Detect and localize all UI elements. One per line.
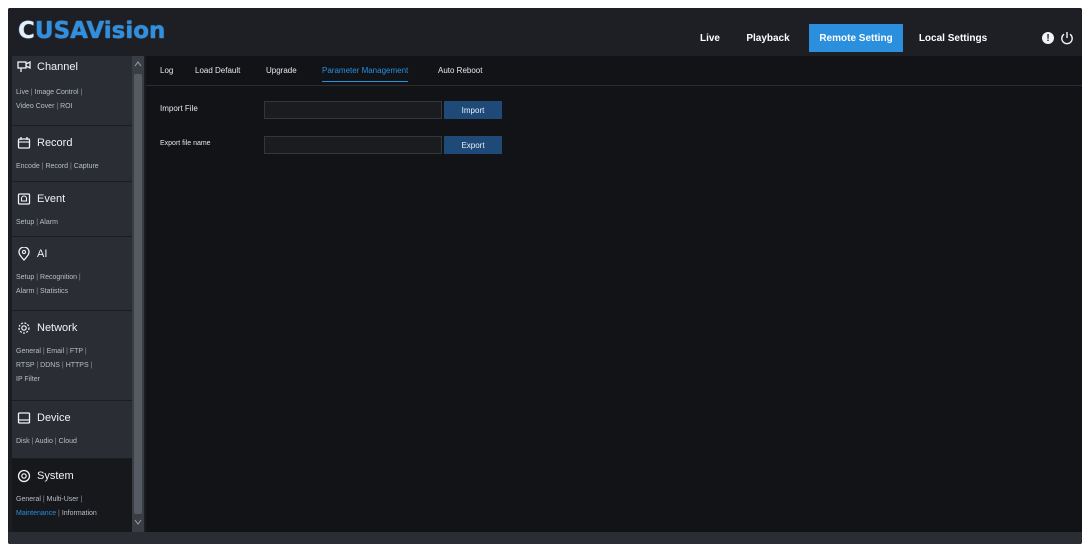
link-image-control[interactable]: Image Control bbox=[35, 89, 79, 96]
sidebar-item-device[interactable]: Device bbox=[12, 401, 132, 425]
link-video-cover[interactable]: Video Cover bbox=[16, 103, 54, 110]
sidebar-item-system[interactable]: System bbox=[12, 459, 132, 483]
record-icon bbox=[17, 137, 31, 149]
link-event-alarm[interactable]: Alarm bbox=[40, 219, 58, 226]
link-ip-filter[interactable]: IP Filter bbox=[16, 376, 40, 383]
sidebar-group-channel: Channel Live | Image Control | Video Cov… bbox=[12, 56, 132, 126]
sidebar-group-record: Record Encode | Record | Capture bbox=[12, 126, 132, 182]
sidebar-title: Device bbox=[37, 412, 71, 424]
import-file-label: Import File bbox=[160, 104, 198, 113]
scroll-down-icon[interactable] bbox=[134, 518, 142, 526]
power-icon[interactable] bbox=[1059, 30, 1075, 46]
channel-icon bbox=[17, 60, 31, 72]
bottom-bar bbox=[8, 532, 1082, 544]
tab-auto-reboot[interactable]: Auto Reboot bbox=[438, 66, 482, 82]
sidebar-links-network: General | Email | FTP | RTSP | DDNS | HT… bbox=[16, 348, 93, 383]
sidebar-group-ai: AI Setup | Recognition | Alarm | Statist… bbox=[12, 237, 132, 311]
tab-upgrade[interactable]: Upgrade bbox=[266, 66, 297, 82]
link-rtsp[interactable]: RTSP bbox=[16, 362, 34, 369]
app-window: CUSAVision Live Playback Remote Setting … bbox=[8, 8, 1082, 544]
link-https[interactable]: HTTPS bbox=[66, 362, 89, 369]
scroll-up-icon[interactable] bbox=[134, 60, 142, 68]
sidebar-item-network[interactable]: Network bbox=[12, 311, 132, 335]
link-ddns[interactable]: DDNS bbox=[40, 362, 60, 369]
import-file-field[interactable] bbox=[264, 101, 442, 119]
nav-local-settings[interactable]: Local Settings bbox=[913, 24, 993, 52]
link-encode[interactable]: Encode bbox=[16, 163, 40, 170]
link-ai-setup[interactable]: Setup bbox=[16, 274, 34, 281]
sidebar-links-event: Setup | Alarm bbox=[16, 219, 58, 226]
import-button[interactable]: Import bbox=[444, 101, 502, 119]
device-icon bbox=[17, 412, 31, 424]
sidebar-scrollbar[interactable] bbox=[132, 56, 144, 532]
brand-logo: CUSAVision bbox=[18, 18, 166, 44]
sidebar: Channel Live | Image Control | Video Cov… bbox=[12, 56, 132, 532]
sidebar-item-channel[interactable]: Channel bbox=[12, 56, 132, 74]
sidebar-item-event[interactable]: Event bbox=[12, 182, 132, 206]
nav-playback[interactable]: Playback bbox=[740, 24, 796, 52]
link-recognition[interactable]: Recognition bbox=[40, 274, 77, 281]
export-file-name-field[interactable] bbox=[264, 136, 442, 154]
link-channel-live[interactable]: Live bbox=[16, 89, 29, 96]
sidebar-item-ai[interactable]: AI bbox=[12, 237, 132, 261]
sidebar-title: System bbox=[37, 470, 74, 482]
event-icon bbox=[17, 193, 31, 205]
sidebar-links-device: Disk | Audio | Cloud bbox=[16, 438, 77, 445]
system-icon bbox=[17, 469, 31, 483]
tab-log[interactable]: Log bbox=[160, 66, 173, 82]
link-disk[interactable]: Disk bbox=[16, 438, 30, 445]
sidebar-item-record[interactable]: Record bbox=[12, 126, 132, 150]
tab-load-default[interactable]: Load Default bbox=[195, 66, 240, 82]
sidebar-links-channel: Live | Image Control | Video Cover | ROI bbox=[16, 89, 83, 110]
sidebar-title: Record bbox=[37, 137, 73, 149]
link-event-setup[interactable]: Setup bbox=[16, 219, 34, 226]
link-audio[interactable]: Audio bbox=[35, 438, 53, 445]
sidebar-title: Channel bbox=[37, 61, 78, 73]
link-cloud[interactable]: Cloud bbox=[59, 438, 77, 445]
link-capture[interactable]: Capture bbox=[74, 163, 99, 170]
link-ai-alarm[interactable]: Alarm bbox=[16, 288, 34, 295]
sidebar-links-system: General | Multi-User | Maintenance | Inf… bbox=[16, 496, 97, 517]
sidebar-title: Network bbox=[37, 322, 78, 334]
link-statistics[interactable]: Statistics bbox=[40, 288, 68, 295]
sidebar-group-device: Device Disk | Audio | Cloud bbox=[12, 401, 132, 459]
sidebar-group-event: Event Setup | Alarm bbox=[12, 182, 132, 237]
info-icon[interactable]: ! bbox=[1042, 32, 1054, 44]
nav-remote-setting[interactable]: Remote Setting bbox=[809, 24, 903, 52]
link-information[interactable]: Information bbox=[62, 510, 97, 517]
main-panel: Log Load Default Upgrade Parameter Manag… bbox=[146, 56, 1082, 532]
sidebar-group-system: System General | Multi-User | Maintenanc… bbox=[12, 459, 132, 532]
link-record[interactable]: Record bbox=[45, 163, 68, 170]
link-roi[interactable]: ROI bbox=[60, 103, 72, 110]
sidebar-group-network: Network General | Email | FTP | RTSP | D… bbox=[12, 311, 132, 401]
export-file-name-label: Export file name bbox=[160, 140, 211, 147]
tab-bar: Log Load Default Upgrade Parameter Manag… bbox=[146, 56, 1082, 86]
sidebar-title: Event bbox=[37, 193, 66, 205]
link-ftp[interactable]: FTP bbox=[70, 348, 83, 355]
top-bar: CUSAVision Live Playback Remote Setting … bbox=[8, 8, 1082, 56]
nav-live[interactable]: Live bbox=[693, 24, 727, 52]
link-sys-general[interactable]: General bbox=[16, 496, 41, 503]
link-maintenance[interactable]: Maintenance bbox=[16, 510, 56, 517]
link-email[interactable]: Email bbox=[47, 348, 65, 355]
scrollbar-thumb[interactable] bbox=[134, 74, 142, 514]
ai-icon bbox=[18, 247, 30, 261]
network-icon bbox=[18, 322, 30, 334]
sidebar-links-record: Encode | Record | Capture bbox=[16, 163, 99, 170]
sidebar-links-ai: Setup | Recognition | Alarm | Statistics bbox=[16, 274, 81, 295]
export-button[interactable]: Export bbox=[444, 136, 502, 154]
sidebar-title: AI bbox=[37, 248, 48, 260]
link-multi-user[interactable]: Multi-User bbox=[47, 496, 79, 503]
tab-parameter-management[interactable]: Parameter Management bbox=[322, 66, 409, 82]
link-net-general[interactable]: General bbox=[16, 348, 41, 355]
